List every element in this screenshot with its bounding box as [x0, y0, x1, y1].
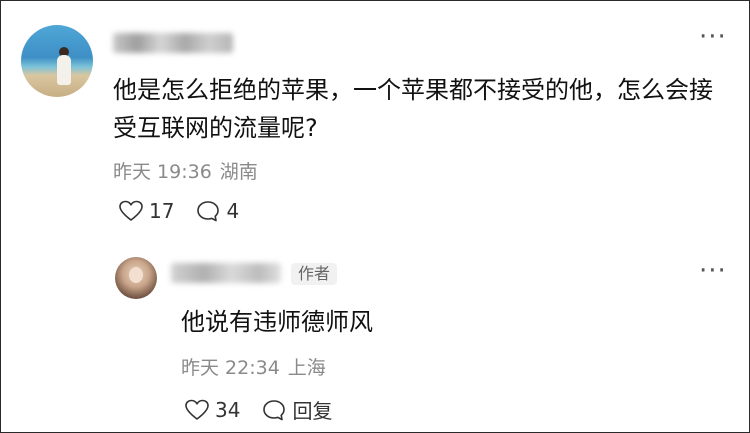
- comment-actions: 17 4: [119, 199, 261, 223]
- avatar-figure-body: [57, 55, 71, 85]
- reply-meta: 昨天 22:34 上海: [181, 353, 334, 380]
- reply-more-icon[interactable]: ···: [699, 258, 727, 284]
- reply-author-name-blurred[interactable]: [171, 263, 281, 283]
- reply-like-button[interactable]: 34: [185, 398, 240, 422]
- reply-actions: 34 回复: [185, 395, 354, 424]
- comment-reply-count: 4: [226, 199, 240, 223]
- comment-thread: ··· 他是怎么拒绝的苹果，一个苹果都不接受的他，怎么会接受互联网的流量呢? 昨…: [0, 0, 750, 433]
- comment-like-count: 17: [149, 199, 175, 223]
- comment-reply-button[interactable]: 4: [196, 199, 239, 223]
- comment-text: 他是怎么拒绝的苹果，一个苹果都不接受的他，怎么会接受互联网的流量呢?: [113, 76, 713, 142]
- comment-meta: 昨天 19:36 湖南: [113, 157, 266, 184]
- author-badge: 作者: [291, 263, 338, 285]
- avatar-face: [129, 267, 143, 283]
- comment-author-avatar[interactable]: [21, 25, 93, 97]
- heart-icon: [119, 200, 143, 221]
- speech-bubble-icon: [263, 399, 286, 420]
- reply-author-avatar[interactable]: [115, 257, 157, 299]
- comment-date: 昨天 19:36: [113, 161, 212, 183]
- reply-date: 昨天 22:34: [181, 357, 280, 379]
- comment-like-button[interactable]: 17: [119, 199, 174, 223]
- reply-location: 上海: [287, 357, 326, 379]
- reply-reply-button[interactable]: 回复: [262, 395, 332, 424]
- reply-text: 他说有违师德师风: [181, 308, 373, 336]
- comment-location: 湖南: [219, 161, 258, 183]
- comment-author-name-blurred[interactable]: [113, 33, 233, 53]
- reply-like-count: 34: [215, 397, 241, 422]
- speech-bubble-icon: [197, 201, 220, 222]
- heart-icon: [185, 399, 209, 420]
- reply-reply-label: 回复: [292, 399, 333, 423]
- comment-more-icon[interactable]: ···: [699, 24, 727, 50]
